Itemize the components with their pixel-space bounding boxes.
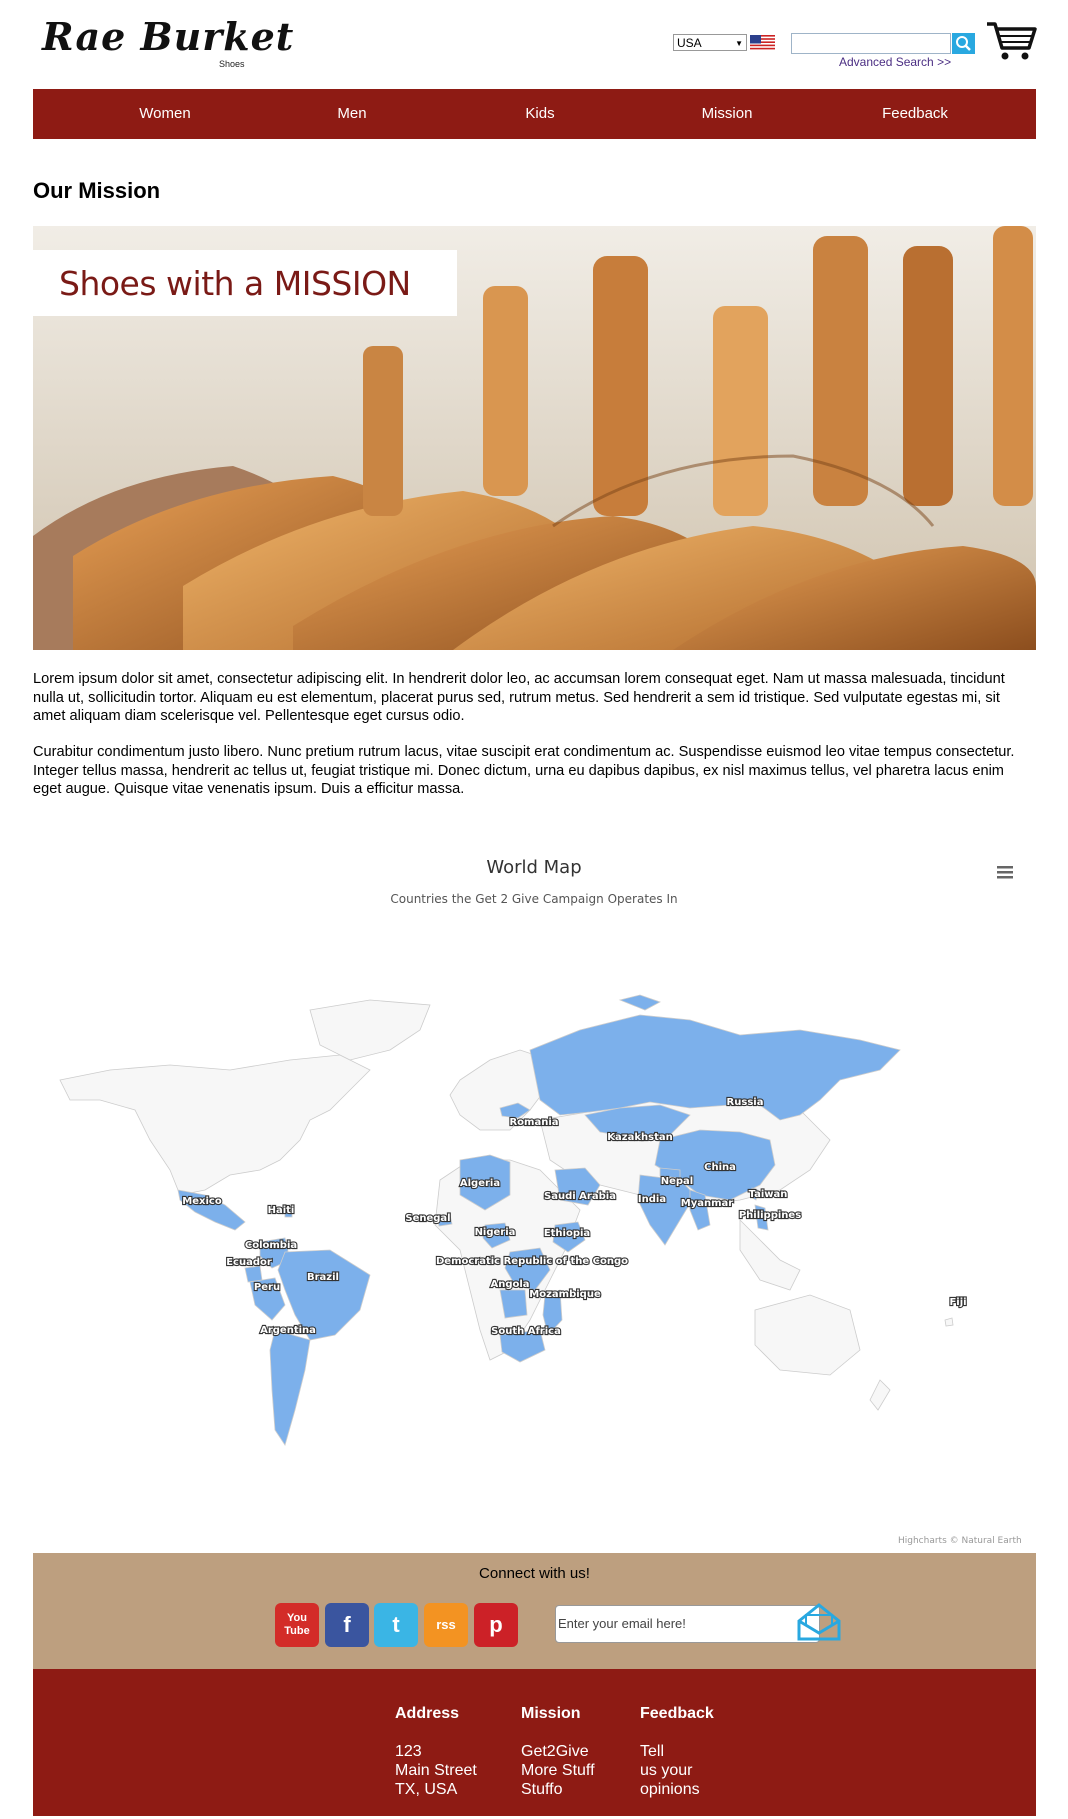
- advanced-search-link[interactable]: Advanced Search >>: [839, 55, 951, 69]
- label-india: India: [638, 1194, 666, 1205]
- map-greenland[interactable]: [309, 999, 431, 1061]
- country-select[interactable]: USA ▼: [673, 34, 747, 51]
- footer-address-line: Main Street: [395, 1762, 477, 1779]
- main-nav: Women Men Kids Mission Feedback: [33, 89, 1036, 139]
- label-ethiopia: Ethiopia: [544, 1228, 590, 1239]
- twitter-icon-label: t: [392, 1612, 400, 1637]
- map-north-america[interactable]: [59, 1054, 371, 1196]
- label-haiti: Haiti: [268, 1205, 295, 1216]
- nav-item-mission[interactable]: Mission: [667, 89, 787, 139]
- map-ecuador[interactable]: [244, 1265, 263, 1283]
- label-romania: Romania: [509, 1117, 558, 1128]
- nav-item-kids[interactable]: Kids: [480, 89, 600, 139]
- map-argentina[interactable]: [269, 1329, 311, 1446]
- footer: Address 123 Main Street TX, USA Mission …: [33, 1669, 1036, 1816]
- footer-mission-line[interactable]: More Stuff: [521, 1761, 595, 1780]
- map-australia[interactable]: [754, 1294, 861, 1376]
- hero-banner: Shoes with a MISSION: [33, 250, 457, 316]
- nav-item-men[interactable]: Men: [292, 89, 412, 139]
- footer-feedback-line[interactable]: us your: [640, 1761, 714, 1780]
- label-kazakhstan: Kazakhstan: [607, 1132, 672, 1143]
- search-button[interactable]: [952, 33, 975, 54]
- nav-item-women[interactable]: Women: [105, 89, 225, 139]
- label-saudi-arabia: Saudi Arabia: [544, 1191, 616, 1202]
- label-philippines: Philippines: [739, 1210, 801, 1221]
- email-subscribe-input[interactable]: Enter your email here!: [555, 1605, 820, 1643]
- menu-icon[interactable]: [994, 863, 1016, 881]
- label-nepal: Nepal: [661, 1176, 694, 1187]
- map-title: World Map: [486, 857, 582, 878]
- map-russia-north[interactable]: [618, 994, 661, 1011]
- label-china: China: [704, 1162, 736, 1173]
- map-angola[interactable]: [499, 1289, 528, 1319]
- mail-icon[interactable]: [796, 1601, 842, 1643]
- footer-feedback-heading[interactable]: Feedback: [640, 1705, 714, 1723]
- facebook-icon-label: f: [343, 1612, 351, 1637]
- twitter-icon[interactable]: t: [374, 1603, 418, 1647]
- footer-address: Address 123 Main Street TX, USA: [395, 1705, 477, 1799]
- nav-item-feedback[interactable]: Feedback: [855, 89, 975, 139]
- facebook-icon[interactable]: f: [325, 1603, 369, 1647]
- footer-feedback-line[interactable]: opinions: [640, 1780, 714, 1799]
- rss-icon-label: rss: [436, 1617, 456, 1632]
- label-colombia: Colombia: [245, 1240, 297, 1251]
- map-russia[interactable]: [529, 1014, 901, 1121]
- label-ecuador: Ecuador: [226, 1257, 272, 1268]
- footer-address-line: 123: [395, 1743, 422, 1760]
- footer-feedback[interactable]: Feedback Tell us your opinions: [640, 1705, 714, 1799]
- footer-address-heading: Address: [395, 1705, 460, 1722]
- map-new-zealand[interactable]: [869, 1379, 891, 1411]
- label-argentina: Argentina: [260, 1325, 316, 1336]
- intro-paragraph-1: Lorem ipsum dolor sit amet, consectetur …: [33, 671, 1005, 724]
- header: Rae Burket Shoes USA ▼ Advanced Search >…: [0, 0, 1068, 88]
- pinterest-icon[interactable]: p: [474, 1603, 518, 1647]
- search-input[interactable]: [791, 33, 951, 54]
- us-flag-icon: [750, 35, 775, 51]
- footer-feedback-line[interactable]: Tell: [640, 1742, 714, 1761]
- label-mexico: Mexico: [182, 1196, 222, 1207]
- map-credits[interactable]: Highcharts © Natural Earth: [898, 1536, 1022, 1546]
- map-southeast-asia[interactable]: [739, 1219, 801, 1291]
- label-brazil: Brazil: [307, 1272, 339, 1283]
- country-select-value: USA: [677, 36, 702, 50]
- footer-mission-line[interactable]: Get2Give: [521, 1742, 595, 1761]
- label-algeria: Algeria: [460, 1178, 500, 1189]
- map-fiji[interactable]: [944, 1317, 954, 1327]
- shopping-cart-icon[interactable]: [985, 20, 1037, 62]
- label-senegal: Senegal: [405, 1213, 450, 1224]
- label-myanmar: Myanmar: [681, 1198, 734, 1209]
- youtube-icon-label: You Tube: [284, 1612, 310, 1637]
- search-icon: [956, 36, 971, 51]
- label-south-africa: South Africa: [491, 1326, 561, 1337]
- footer-mission-line[interactable]: Stuffo: [521, 1780, 595, 1799]
- logo-subtitle: Shoes: [219, 59, 245, 69]
- label-taiwan: Taiwan: [749, 1189, 788, 1200]
- label-mozambique: Mozambique: [529, 1289, 601, 1300]
- pinterest-icon-label: p: [489, 1612, 503, 1637]
- label-angola: Angola: [490, 1279, 529, 1290]
- chevron-down-icon: ▼: [735, 39, 743, 48]
- label-peru: Peru: [254, 1282, 280, 1293]
- youtube-icon[interactable]: You Tube: [275, 1603, 319, 1647]
- footer-mission[interactable]: Mission Get2Give More Stuff Stuffo: [521, 1705, 595, 1799]
- footer-address-line: TX, USA: [395, 1781, 458, 1798]
- hero-image: Shoes with a MISSION: [33, 226, 1036, 650]
- label-nigeria: Nigeria: [475, 1227, 516, 1238]
- logo[interactable]: Rae Burket: [42, 14, 294, 59]
- rss-icon[interactable]: rss: [424, 1603, 468, 1647]
- world-map: Russia Kazakhstan Romania China Nepal In…: [59, 994, 968, 1446]
- intro-paragraph-2: Curabitur condimentum justo libero. Nunc…: [33, 744, 1015, 797]
- map-subtitle: Countries the Get 2 Give Campaign Operat…: [390, 892, 678, 906]
- connect-title: Connect with us!: [479, 1565, 590, 1582]
- label-drc: Democratic Republic of the Congo: [436, 1256, 628, 1267]
- hero-text: Shoes with a MISSION: [59, 264, 411, 303]
- page-title: Our Mission: [33, 178, 161, 203]
- label-russia: Russia: [727, 1097, 764, 1108]
- connect-section: Connect with us! You Tube f t rss p Ente…: [33, 1553, 1036, 1669]
- footer-mission-heading[interactable]: Mission: [521, 1705, 595, 1723]
- label-fiji: Fiji: [949, 1297, 966, 1308]
